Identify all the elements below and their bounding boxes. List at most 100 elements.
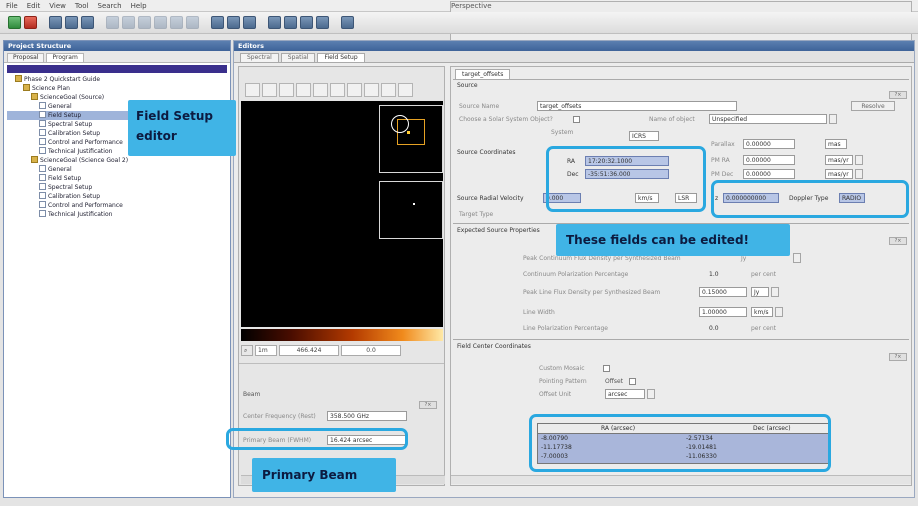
chevron-down-icon[interactable] bbox=[855, 155, 863, 165]
property-value[interactable]: 1.0 bbox=[709, 271, 719, 278]
pan-icon[interactable] bbox=[262, 83, 277, 97]
ruler-icon[interactable] bbox=[364, 83, 379, 97]
menu-file[interactable]: File bbox=[6, 2, 18, 10]
form-scrollbar[interactable] bbox=[451, 475, 911, 484]
tree-folder-item[interactable]: Science Plan bbox=[7, 84, 230, 93]
tree-item[interactable]: Spectral Setup bbox=[7, 183, 230, 192]
tree-item[interactable]: Control and Performance bbox=[7, 201, 230, 210]
menu-view[interactable]: View bbox=[49, 2, 66, 10]
pointing-pattern-value: Offset bbox=[605, 378, 624, 385]
zoom-fit-icon[interactable] bbox=[245, 83, 260, 97]
section-controls[interactable]: ?× bbox=[889, 91, 907, 99]
source-name-label: Source Name bbox=[459, 103, 500, 110]
save-as-icon[interactable] bbox=[81, 16, 94, 29]
custom-mosaic-checkbox[interactable] bbox=[603, 365, 610, 372]
panel-icon[interactable] bbox=[316, 16, 329, 29]
grid-icon[interactable] bbox=[300, 16, 313, 29]
delete-icon[interactable] bbox=[154, 16, 167, 29]
tab-spectral[interactable]: Spectral bbox=[240, 53, 279, 62]
chevron-down-icon[interactable] bbox=[829, 114, 837, 124]
print-icon[interactable] bbox=[243, 16, 256, 29]
stop-icon[interactable] bbox=[24, 16, 37, 29]
document-icon bbox=[39, 111, 46, 118]
open-icon[interactable] bbox=[49, 16, 62, 29]
coord-value: 466.424 bbox=[279, 345, 339, 356]
tree-folder-item[interactable]: Phase 2 Quickstart Guide bbox=[7, 75, 230, 84]
layout-icon[interactable] bbox=[268, 16, 281, 29]
pm-ra-field[interactable]: 0.00000 bbox=[743, 155, 795, 165]
menu-edit[interactable]: Edit bbox=[27, 2, 41, 10]
tab-spatial[interactable]: Spatial bbox=[280, 53, 316, 62]
zoom-icon[interactable]: ⌕ bbox=[241, 345, 253, 356]
document-icon bbox=[39, 183, 46, 190]
solar-object-label: Name of object bbox=[649, 116, 695, 123]
pm-dec-field[interactable]: 0.00000 bbox=[743, 169, 795, 179]
save-icon[interactable] bbox=[65, 16, 78, 29]
tab-program[interactable]: Program bbox=[46, 53, 84, 62]
chevron-down-icon[interactable] bbox=[855, 169, 863, 179]
parallax-unit[interactable]: mas bbox=[825, 139, 847, 149]
tab-field-setup[interactable]: Field Setup bbox=[317, 53, 365, 62]
divider bbox=[453, 339, 909, 340]
system-select[interactable]: ICRS bbox=[629, 131, 659, 141]
property-unit[interactable]: km/s bbox=[751, 307, 773, 317]
chevron-down-icon[interactable] bbox=[771, 287, 779, 297]
window-icon[interactable] bbox=[284, 16, 297, 29]
chevron-down-icon[interactable] bbox=[793, 253, 801, 263]
overlay-icon[interactable] bbox=[381, 83, 396, 97]
offset-unit-select[interactable]: arcsec bbox=[605, 389, 645, 399]
document-icon bbox=[39, 138, 46, 145]
measure-icon[interactable] bbox=[330, 83, 345, 97]
draw-icon[interactable] bbox=[347, 83, 362, 97]
property-value[interactable]: 1.00000 bbox=[699, 307, 747, 317]
viewer-toolbar bbox=[245, 83, 441, 99]
tree-item[interactable]: Calibration Setup bbox=[7, 192, 230, 201]
redo-icon[interactable] bbox=[186, 16, 199, 29]
tab-proposal[interactable]: Proposal bbox=[7, 53, 45, 62]
tree-item[interactable]: Technical Justification bbox=[7, 210, 230, 219]
property-unit[interactable]: Jy bbox=[751, 287, 769, 297]
pm-ra-unit[interactable]: mas/yr bbox=[825, 155, 853, 165]
source-name-field[interactable]: target_offsets bbox=[537, 101, 737, 111]
settings-icon[interactable] bbox=[341, 16, 354, 29]
coordinate-readout: ⌕ 1m 466.424 0.0 bbox=[241, 345, 443, 357]
tree-item[interactable]: General bbox=[7, 165, 230, 174]
sky-image[interactable] bbox=[241, 101, 443, 327]
menu-search[interactable]: Search bbox=[98, 2, 122, 10]
undo-icon[interactable] bbox=[170, 16, 183, 29]
pointer-icon[interactable] bbox=[313, 83, 328, 97]
section-controls[interactable]: ?× bbox=[889, 353, 907, 361]
validate-icon[interactable] bbox=[211, 16, 224, 29]
submit-icon[interactable] bbox=[227, 16, 240, 29]
editor-tabs: Spectral Spatial Field Setup bbox=[234, 51, 914, 63]
property-value[interactable]: 0.0 bbox=[709, 325, 719, 332]
resolve-button[interactable]: Resolve bbox=[851, 101, 895, 111]
chevron-down-icon[interactable] bbox=[775, 307, 783, 317]
chevron-down-icon[interactable] bbox=[647, 389, 655, 399]
parallax-field[interactable]: 0.00000 bbox=[743, 139, 795, 149]
select-icon[interactable] bbox=[279, 83, 294, 97]
cut-icon[interactable] bbox=[106, 16, 119, 29]
paste-icon[interactable] bbox=[138, 16, 151, 29]
copy-icon[interactable] bbox=[122, 16, 135, 29]
tab-target-offsets[interactable]: target_offsets bbox=[455, 69, 511, 79]
section-controls[interactable]: ?× bbox=[419, 401, 437, 409]
center-frequency-field[interactable]: 358.500 GHz bbox=[327, 411, 407, 421]
tree-folder-item[interactable]: ScienceGoal (Science Goal 2) bbox=[7, 156, 230, 165]
field-overlay-box bbox=[379, 181, 443, 239]
tree-item-label: Technical Justification bbox=[48, 211, 113, 218]
delete-icon[interactable] bbox=[296, 83, 311, 97]
section-controls[interactable]: ?× bbox=[889, 237, 907, 245]
property-value[interactable]: 0.15000 bbox=[699, 287, 747, 297]
tree-item[interactable]: Field Setup bbox=[7, 174, 230, 183]
pointing-pattern-checkbox[interactable] bbox=[629, 378, 636, 385]
new-icon[interactable] bbox=[8, 16, 21, 29]
grid-icon[interactable] bbox=[398, 83, 413, 97]
menu-help[interactable]: Help bbox=[131, 2, 147, 10]
coord-unit[interactable]: 1m bbox=[255, 345, 277, 356]
menu-tool[interactable]: Tool bbox=[75, 2, 89, 10]
solar-object-select[interactable]: Unspecified bbox=[709, 114, 827, 124]
property-label: Peak Continuum Flux Density per Synthesi… bbox=[523, 255, 681, 262]
solar-system-checkbox[interactable] bbox=[573, 116, 580, 123]
pm-dec-unit[interactable]: mas/yr bbox=[825, 169, 853, 179]
